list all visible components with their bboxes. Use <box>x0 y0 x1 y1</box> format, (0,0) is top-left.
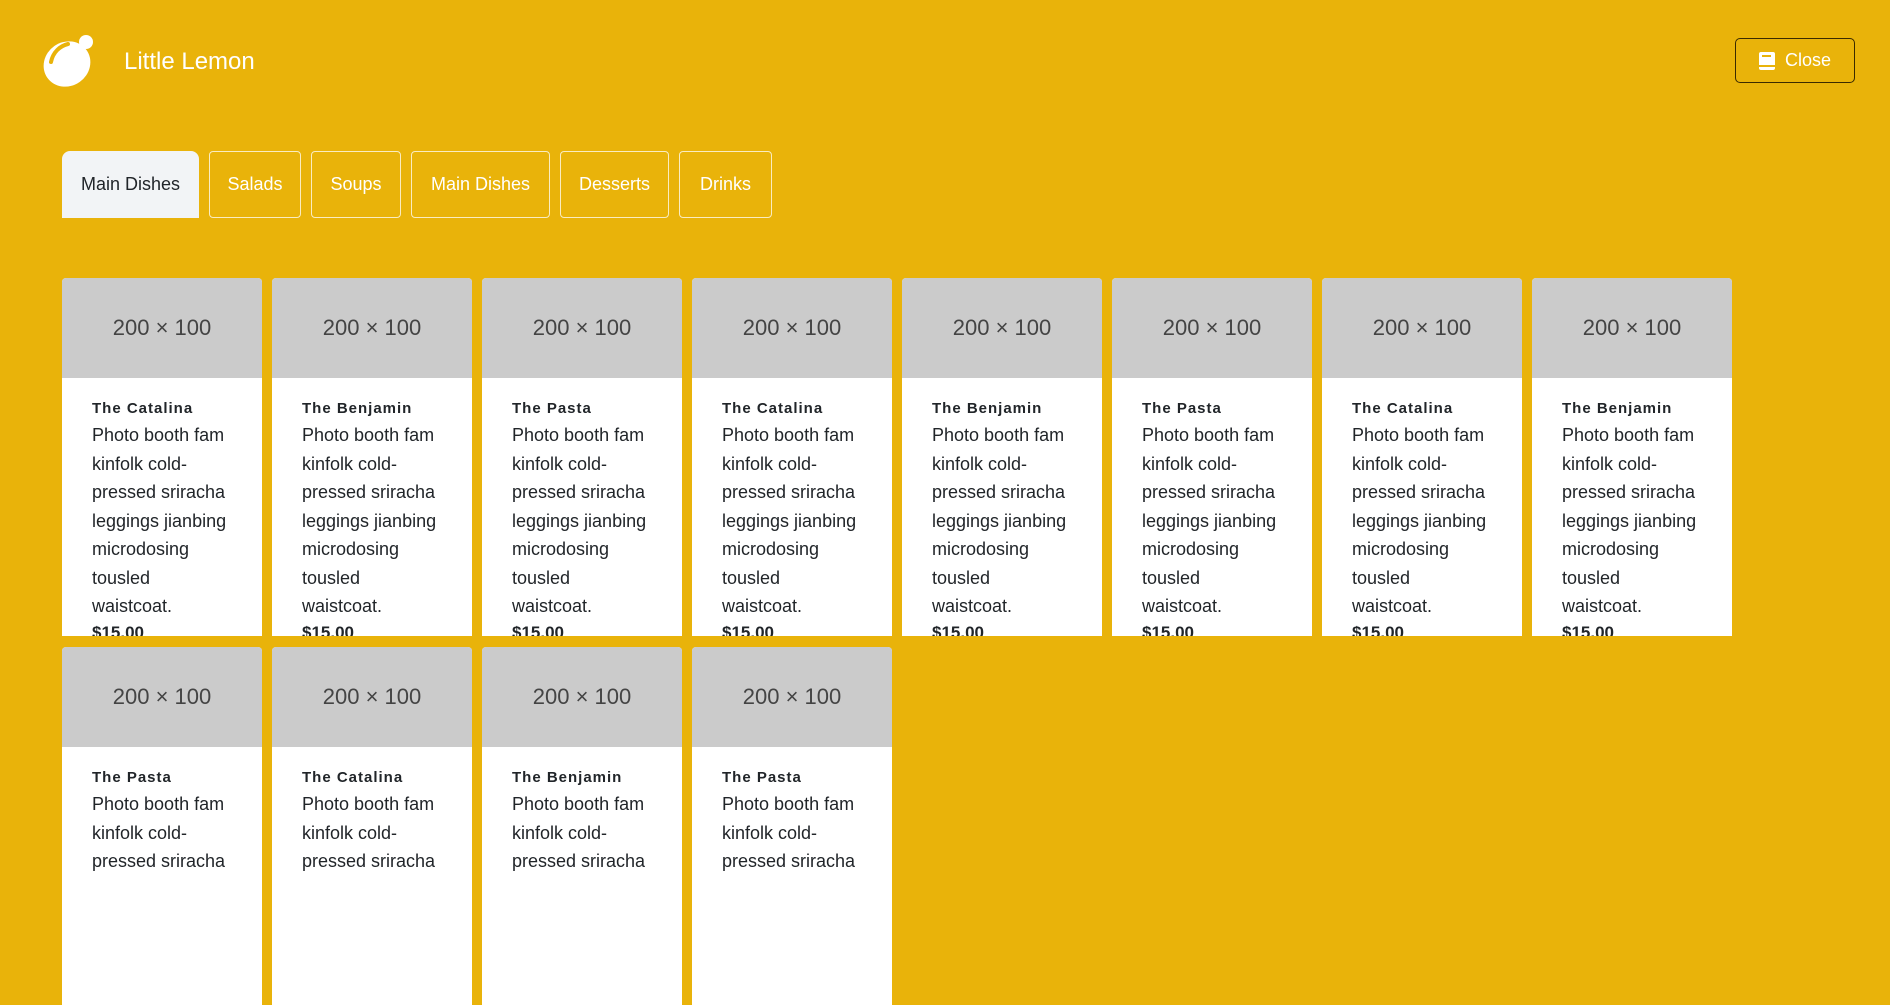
card-description: Photo booth fam kinfolk cold-pressed sri… <box>1142 425 1277 616</box>
card-description: Photo booth fam kinfolk cold-pressed sri… <box>1562 425 1697 616</box>
card-image-placeholder: 200 × 100 <box>1322 278 1522 378</box>
card-image-placeholder: 200 × 100 <box>272 647 472 747</box>
card-description: Photo booth fam kinfolk cold-pressed sri… <box>512 794 646 871</box>
menu-card[interactable]: 200 × 100 The Catalina Photo booth fam k… <box>692 278 892 636</box>
card-image-placeholder: 200 × 100 <box>692 647 892 747</box>
card-description: Photo booth fam kinfolk cold-pressed sri… <box>932 425 1067 616</box>
menu-card[interactable]: 200 × 100 The Pasta Photo booth fam kinf… <box>692 647 892 1005</box>
tab-desserts[interactable]: Desserts <box>560 151 669 218</box>
menu-card[interactable]: 200 × 100 The Pasta Photo booth fam kinf… <box>62 647 262 1005</box>
tab-salads[interactable]: Salads <box>209 151 301 218</box>
card-price: $15.00 <box>1352 622 1404 637</box>
menu-card[interactable]: 200 × 100 The Benjamin Photo booth fam k… <box>272 278 472 636</box>
card-title: The Catalina <box>302 769 404 786</box>
card-price: $15.00 <box>932 622 984 637</box>
card-title: The Pasta <box>512 400 592 417</box>
card-image-placeholder: 200 × 100 <box>1112 278 1312 378</box>
tab-drinks[interactable]: Drinks <box>679 151 772 218</box>
menu-card[interactable]: 200 × 100 The Benjamin Photo booth fam k… <box>482 647 682 1005</box>
card-price: $15.00 <box>1142 622 1194 637</box>
card-title: The Benjamin <box>1562 400 1673 417</box>
menu-card[interactable]: 200 × 100 The Pasta Photo booth fam kinf… <box>482 278 682 636</box>
card-title: The Catalina <box>1352 400 1454 417</box>
card-title: The Pasta <box>92 769 172 786</box>
menu-card[interactable]: 200 × 100 The Catalina Photo booth fam k… <box>272 647 472 1005</box>
card-description: Photo booth fam kinfolk cold-pressed sri… <box>1352 425 1487 616</box>
card-price: $15.00 <box>512 622 564 637</box>
app-header: Little Lemon Close <box>0 0 1890 120</box>
menu-card[interactable]: 200 × 100 The Catalina Photo booth fam k… <box>62 278 262 636</box>
close-button[interactable]: Close <box>1735 38 1855 83</box>
book-icon <box>1758 51 1775 70</box>
card-description: Photo booth fam kinfolk cold-pressed sri… <box>92 425 227 616</box>
tab-main-dishes[interactable]: Main Dishes <box>411 151 550 218</box>
close-label: Close <box>1784 50 1832 70</box>
card-image-placeholder: 200 × 100 <box>272 278 472 378</box>
card-image-placeholder: 200 × 100 <box>902 278 1102 378</box>
card-image-placeholder: 200 × 100 <box>62 647 262 747</box>
card-title: The Pasta <box>722 769 802 786</box>
card-price: $15.00 <box>302 622 354 637</box>
card-image-placeholder: 200 × 100 <box>482 647 682 747</box>
card-title: The Catalina <box>722 400 824 417</box>
menu-card[interactable]: 200 × 100 The Catalina Photo booth fam k… <box>1322 278 1522 636</box>
card-price: $15.00 <box>92 622 144 637</box>
card-image-placeholder: 200 × 100 <box>482 278 682 378</box>
tab-main-dishes-active[interactable]: Main Dishes <box>62 151 199 218</box>
brand-name: Little Lemon <box>124 48 255 75</box>
card-image-placeholder: 200 × 100 <box>692 278 892 378</box>
card-description: Photo booth fam kinfolk cold-pressed sri… <box>302 794 436 871</box>
card-description: Photo booth fam kinfolk cold-pressed sri… <box>512 425 647 616</box>
card-image-placeholder: 200 × 100 <box>1532 278 1732 378</box>
tab-soups[interactable]: Soups <box>311 151 401 218</box>
card-title: The Catalina <box>92 400 194 417</box>
card-title: The Pasta <box>1142 400 1222 417</box>
card-title: The Benjamin <box>512 769 623 786</box>
lemon-logo-icon <box>43 35 93 87</box>
card-title: The Benjamin <box>302 400 413 417</box>
menu-card[interactable]: 200 × 100 The Benjamin Photo booth fam k… <box>1532 278 1732 636</box>
card-description: Photo booth fam kinfolk cold-pressed sri… <box>92 794 226 871</box>
card-title: The Benjamin <box>932 400 1043 417</box>
card-description: Photo booth fam kinfolk cold-pressed sri… <box>302 425 437 616</box>
card-price: $15.00 <box>722 622 774 637</box>
menu-card[interactable]: 200 × 100 The Pasta Photo booth fam kinf… <box>1112 278 1312 636</box>
card-image-placeholder: 200 × 100 <box>62 278 262 378</box>
menu-card[interactable]: 200 × 100 The Benjamin Photo booth fam k… <box>902 278 1102 636</box>
card-description: Photo booth fam kinfolk cold-pressed sri… <box>722 425 857 616</box>
card-description: Photo booth fam kinfolk cold-pressed sri… <box>722 794 856 871</box>
card-price: $15.00 <box>1562 622 1614 637</box>
